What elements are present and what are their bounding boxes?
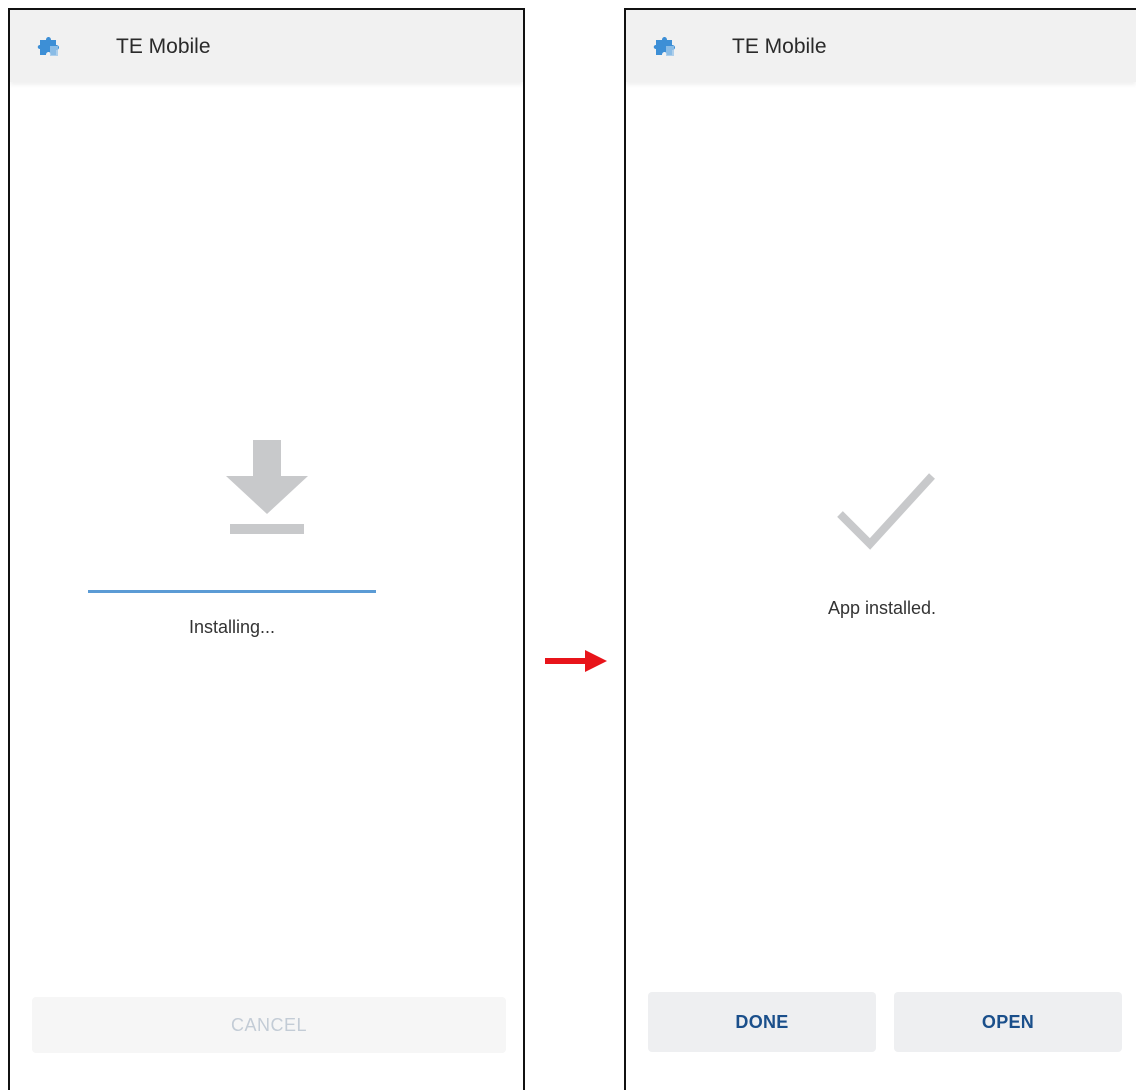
app-bar: TE Mobile [626, 10, 1136, 82]
download-icon [226, 440, 308, 534]
app-puzzle-icon [653, 37, 675, 56]
installing-status-text: Installing... [188, 617, 276, 637]
checkmark-icon [837, 473, 935, 550]
installing-screen: TE Mobile Installing... CANCEL [8, 8, 525, 1090]
installed-status-text: App installed. [827, 598, 937, 618]
install-progress-fill [88, 590, 376, 593]
app-bar: TE Mobile [10, 10, 523, 82]
installed-screen: TE Mobile App installed. DONE OPEN [624, 8, 1136, 1090]
app-puzzle-icon [37, 37, 59, 56]
install-progress-bar [88, 590, 376, 593]
cancel-button[interactable]: CANCEL [32, 997, 506, 1053]
app-title: TE Mobile [732, 35, 827, 58]
open-button[interactable]: OPEN [894, 992, 1122, 1052]
app-title: TE Mobile [116, 35, 211, 58]
done-button[interactable]: DONE [648, 992, 876, 1052]
transition-arrow-icon [545, 650, 607, 672]
